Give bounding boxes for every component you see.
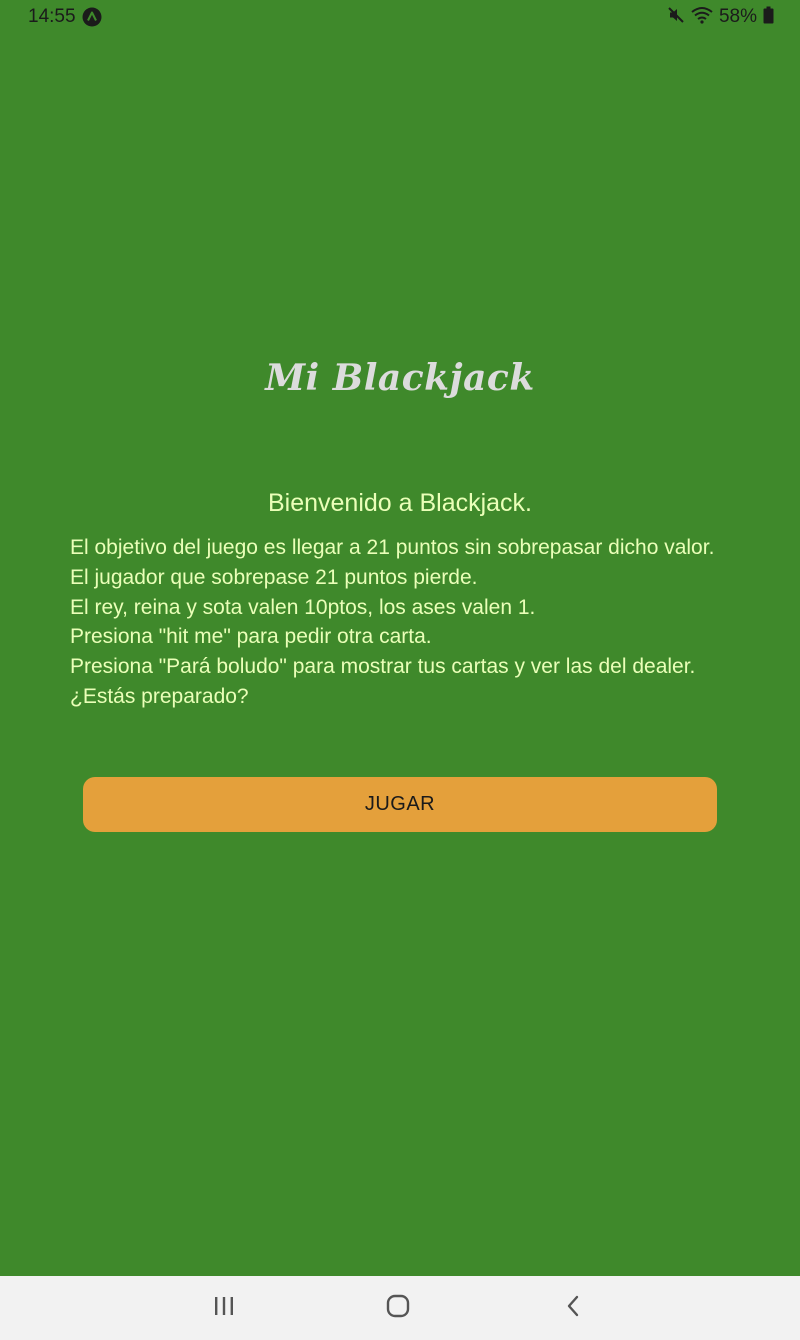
mute-icon xyxy=(667,6,685,29)
back-icon xyxy=(565,1294,581,1323)
wifi-icon xyxy=(691,6,713,29)
back-button[interactable] xyxy=(553,1290,593,1326)
home-button[interactable] xyxy=(378,1290,418,1326)
instruction-line: Presiona "hit me" para pedir otra carta. xyxy=(70,625,432,649)
status-time: 14:55 xyxy=(28,6,76,27)
instruction-line: Presiona "Pará boludo" para mostrar tus … xyxy=(70,655,696,679)
welcome-heading: Bienvenido a Blackjack. xyxy=(267,489,533,517)
instruction-line: El objetivo del juego es llegar a 21 pun… xyxy=(70,536,715,559)
navigation-bar xyxy=(0,1276,800,1340)
instructions-list: El objetivo del juego es llegar a 21 pun… xyxy=(70,533,770,712)
battery-icon xyxy=(763,6,774,29)
app-title: Mi Blackjack xyxy=(265,357,535,399)
recent-apps-icon xyxy=(213,1296,235,1321)
play-button[interactable]: JUGAR xyxy=(83,777,717,832)
status-bar: 14:55 58% xyxy=(0,0,800,34)
status-indicators: 58% xyxy=(667,6,774,28)
battery-percentage: 58% xyxy=(718,6,757,27)
recent-apps-button[interactable] xyxy=(204,1290,244,1326)
instruction-line: El rey, reina y sota valen 10ptos, los a… xyxy=(70,595,536,619)
instruction-line: El jugador que sobrepase 21 puntos pierd… xyxy=(70,565,478,589)
instruction-line: ¿Estás preparado? xyxy=(70,684,249,708)
app-notification-icon xyxy=(82,7,102,27)
home-icon xyxy=(386,1294,410,1323)
